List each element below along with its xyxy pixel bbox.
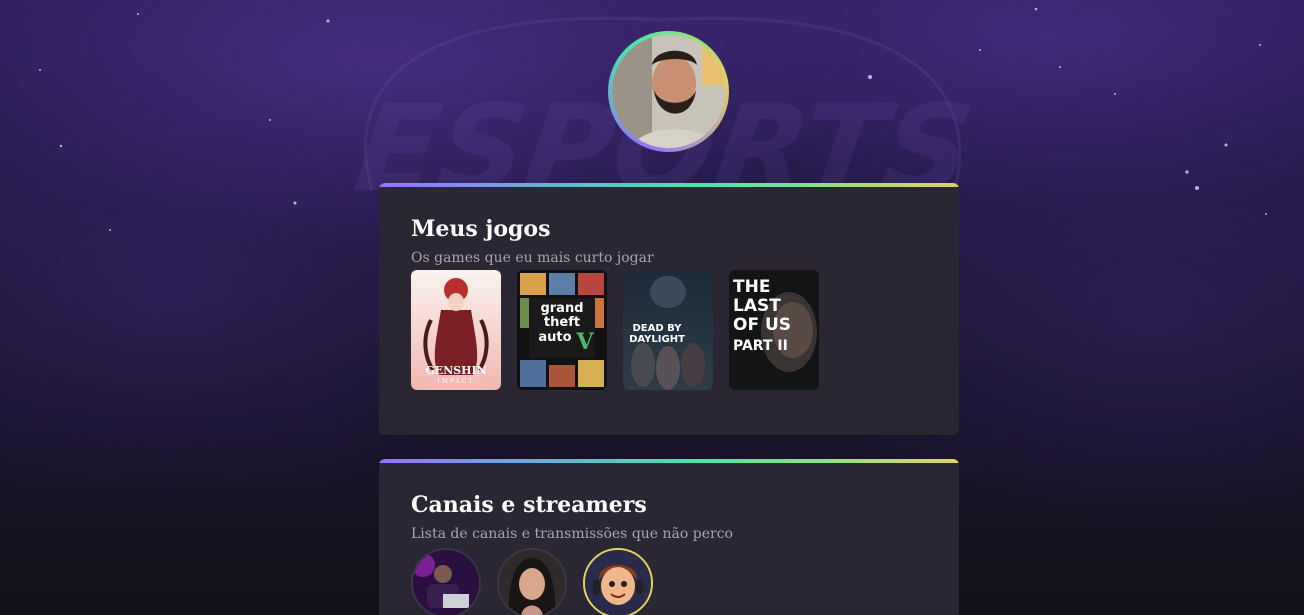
streamers-list xyxy=(411,548,927,615)
streamer-avatar-3[interactable] xyxy=(583,548,653,615)
svg-text:V: V xyxy=(575,329,594,355)
svg-text:LAST: LAST xyxy=(733,296,781,316)
svg-text:OF US: OF US xyxy=(733,315,791,335)
section-title: Canais e streamers xyxy=(411,492,647,518)
svg-text:DEAD BY: DEAD BY xyxy=(633,323,683,334)
streamer-avatar-2[interactable] xyxy=(497,548,567,615)
svg-text:auto: auto xyxy=(538,330,571,345)
game-cover-gta-v[interactable]: grand theft auto V xyxy=(517,270,607,390)
svg-text:PART II: PART II xyxy=(733,338,788,354)
streamer-avatar-1[interactable] xyxy=(411,548,481,615)
game-cover-the-last-of-us-part-ii[interactable]: THE LAST OF US PART II xyxy=(729,270,819,390)
section-subtitle: Os games que eu mais curto jogar xyxy=(411,250,654,266)
svg-text:theft: theft xyxy=(544,315,580,330)
svg-text:IMPACT: IMPACT xyxy=(438,378,475,385)
svg-text:DAYLIGHT: DAYLIGHT xyxy=(629,334,685,345)
profile-avatar xyxy=(608,31,729,152)
profile-photo-icon xyxy=(612,35,725,148)
streamers-card: Canais e streamers Lista de canais e tra… xyxy=(379,459,959,615)
game-cover-genshin-impact[interactable]: GENSHIN IMPACT xyxy=(411,270,501,390)
section-title: Meus jogos xyxy=(411,216,551,242)
games-list: GENSHIN IMPACT grand theft auto V DEAD B… xyxy=(411,270,927,390)
svg-text:THE: THE xyxy=(733,277,770,297)
game-cover-dead-by-daylight[interactable]: DEAD BY DAYLIGHT xyxy=(623,270,713,390)
section-subtitle: Lista de canais e transmissões que não p… xyxy=(411,526,733,542)
svg-text:grand: grand xyxy=(540,301,583,316)
svg-text:GENSHIN: GENSHIN xyxy=(425,364,486,377)
my-games-card: Meus jogos Os games que eu mais curto jo… xyxy=(379,183,959,435)
